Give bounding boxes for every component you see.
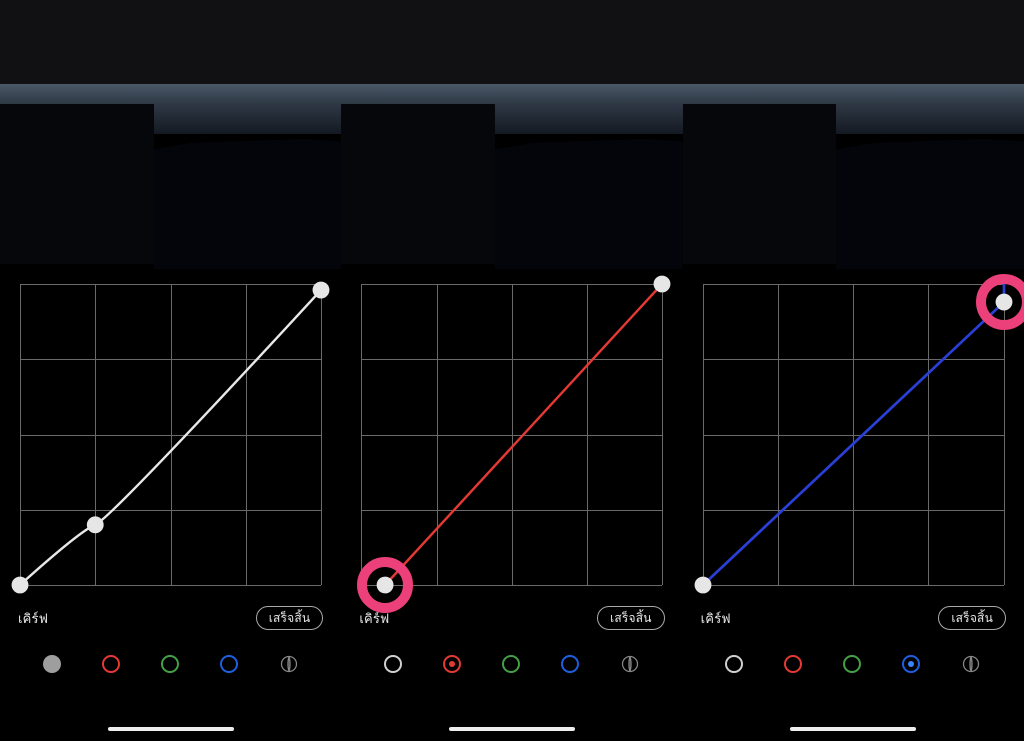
- preview-image: [341, 84, 682, 279]
- curves-grid[interactable]: [361, 284, 662, 585]
- curve-point-mid[interactable]: [88, 518, 102, 532]
- channel-red[interactable]: [784, 655, 802, 673]
- curve-line[interactable]: [20, 284, 321, 585]
- curves-panel-luma: เคิร์ฟ เสร็จสิ้น: [0, 84, 341, 741]
- channel-blue[interactable]: [902, 655, 920, 673]
- curve-line[interactable]: [703, 284, 1004, 585]
- curves-toolbar: เคิร์ฟ เสร็จสิ้น: [341, 598, 682, 638]
- curve-point-shadow[interactable]: [378, 578, 392, 592]
- preview-image: [683, 84, 1024, 279]
- curves-toolbar: เคิร์ฟ เสร็จสิ้น: [683, 598, 1024, 638]
- curve-point-shadow[interactable]: [696, 578, 710, 592]
- curve-point-highlight[interactable]: [314, 283, 328, 297]
- tool-label: เคิร์ฟ: [359, 608, 389, 629]
- bw-icon[interactable]: [279, 654, 299, 674]
- channel-selector: [341, 644, 682, 684]
- channel-selector: [0, 644, 341, 684]
- home-indicator: [108, 727, 234, 731]
- done-button[interactable]: เสร็จสิ้น: [938, 606, 1006, 630]
- tool-label: เคิร์ฟ: [18, 608, 48, 629]
- channel-green[interactable]: [843, 655, 861, 673]
- curves-panel-blue: เคิร์ฟ เสร็จสิ้น: [683, 84, 1024, 741]
- channel-green[interactable]: [502, 655, 520, 673]
- channel-red[interactable]: [102, 655, 120, 673]
- channel-blue[interactable]: [220, 655, 238, 673]
- top-spacer: [0, 0, 1024, 84]
- channel-red[interactable]: [443, 655, 461, 673]
- curve-point-highlight[interactable]: [655, 277, 669, 291]
- curve-point-highlight[interactable]: [997, 295, 1011, 309]
- curve-line[interactable]: [361, 284, 662, 585]
- channel-luma[interactable]: [725, 655, 743, 673]
- channel-luma[interactable]: [384, 655, 402, 673]
- curves-grid[interactable]: [20, 284, 321, 585]
- channel-green[interactable]: [161, 655, 179, 673]
- bw-icon[interactable]: [620, 654, 640, 674]
- preview-image: [0, 84, 341, 279]
- curves-panel-red: เคิร์ฟ เสร็จสิ้น: [341, 84, 682, 741]
- channel-blue[interactable]: [561, 655, 579, 673]
- done-button[interactable]: เสร็จสิ้น: [597, 606, 665, 630]
- tool-label: เคิร์ฟ: [701, 608, 731, 629]
- home-indicator: [449, 727, 575, 731]
- channel-luma[interactable]: [43, 655, 61, 673]
- channel-selector: [683, 644, 1024, 684]
- curves-grid[interactable]: [703, 284, 1004, 585]
- bw-icon[interactable]: [961, 654, 981, 674]
- home-indicator: [790, 727, 916, 731]
- editor-panels: เคิร์ฟ เสร็จสิ้น: [0, 84, 1024, 741]
- curves-toolbar: เคิร์ฟ เสร็จสิ้น: [0, 598, 341, 638]
- curve-point-shadow[interactable]: [13, 578, 27, 592]
- done-button[interactable]: เสร็จสิ้น: [256, 606, 324, 630]
